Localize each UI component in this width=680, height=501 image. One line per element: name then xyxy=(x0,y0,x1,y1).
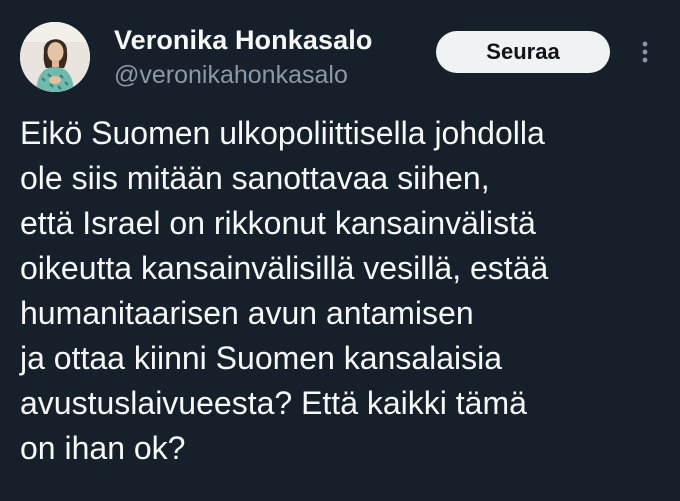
tweet-text-line: että Israel on rikkonut kansainvälistä xyxy=(20,205,536,241)
tweet-text: Eikö Suomen ulkopoliittisella johdolla o… xyxy=(20,111,660,471)
tweet-text-line: oikeutta kansainvälisillä vesillä, estää xyxy=(20,250,549,286)
avatar-image xyxy=(20,22,90,92)
more-options-button[interactable] xyxy=(630,32,660,72)
tweet-text-line: on ihan ok? xyxy=(20,430,186,466)
tweet-header: Veronika Honkasalo @veronikahonkasalo Se… xyxy=(20,20,660,100)
author-display-name[interactable]: Veronika Honkasalo xyxy=(114,24,434,56)
tweet-text-line: Eikö Suomen ulkopoliittisella johdolla xyxy=(20,115,545,151)
avatar[interactable] xyxy=(20,22,90,92)
tweet-text-line: avustuslaivueesta? Että kaikki tämä xyxy=(20,385,527,421)
tweet-text-line: ja ottaa kiinni Suomen kansalaisia xyxy=(20,340,503,376)
tweet-text-line: ole siis mitään sanottavaa siihen, xyxy=(20,160,490,196)
more-vertical-icon xyxy=(642,41,648,63)
tweet-card: Veronika Honkasalo @veronikahonkasalo Se… xyxy=(0,0,680,501)
author-handle[interactable]: @veronikahonkasalo xyxy=(114,60,434,90)
tweet-text-line: humanitaarisen avun antamisen xyxy=(20,295,474,331)
user-info: Veronika Honkasalo @veronikahonkasalo xyxy=(114,24,434,90)
follow-button[interactable]: Seuraa xyxy=(436,31,610,73)
